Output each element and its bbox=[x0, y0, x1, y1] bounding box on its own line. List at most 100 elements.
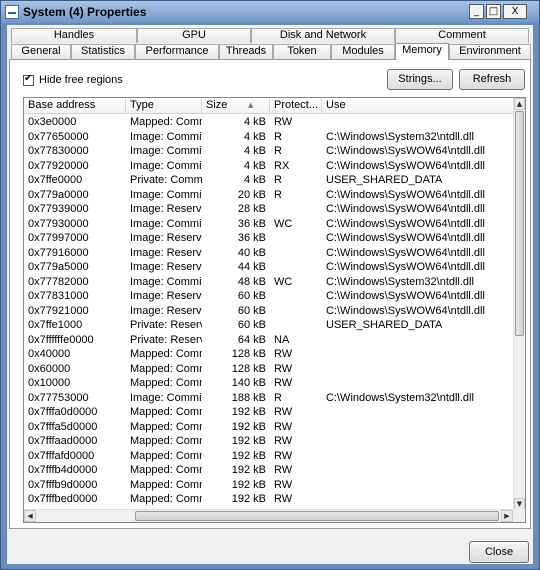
table-row[interactable]: 0x7ffffffe0000 Private: Reserve 64 kB NA bbox=[24, 333, 515, 348]
close-window-button[interactable]: X bbox=[503, 4, 527, 19]
cell-size: 192 kB bbox=[231, 406, 266, 418]
table-row[interactable]: 0x40000 Mapped: Commit 128 kB RW bbox=[24, 347, 515, 362]
cell-size: 4 kB bbox=[243, 174, 266, 186]
cell-protection bbox=[270, 202, 322, 217]
table-row[interactable]: 0x7ffe0000 Private: Commit 4 kB R USER_SHARE… bbox=[24, 173, 515, 188]
cell-type: Private: Commit bbox=[130, 174, 202, 186]
memory-regions-list[interactable]: Base address Type Size ▲ Protect... Use … bbox=[23, 97, 526, 523]
tab-threads[interactable]: Threads bbox=[219, 44, 273, 59]
table-row[interactable]: 0x77831000 Image: Reserve 60 kB C:\Windows\… bbox=[24, 289, 515, 304]
table-row[interactable]: 0x7fffa5d0000 Mapped: Commit 192 kB RW bbox=[24, 420, 515, 435]
refresh-button[interactable]: Refresh bbox=[459, 69, 525, 90]
cell-protection: WC bbox=[274, 217, 293, 230]
table-row[interactable]: 0x77939000 Image: Reserve 28 kB C:\Windows\… bbox=[24, 202, 515, 217]
cell-type: Image: Reserve bbox=[130, 246, 202, 259]
tab-environment[interactable]: Environment bbox=[449, 44, 531, 59]
scroll-left-arrow-icon[interactable]: ◀ bbox=[24, 510, 36, 522]
column-header-protection[interactable]: Protect... bbox=[270, 98, 322, 114]
horizontal-scrollbar[interactable]: ◀ ▶ bbox=[24, 509, 514, 522]
tab-general[interactable]: General bbox=[11, 44, 71, 59]
column-header-size[interactable]: Size ▲ bbox=[202, 98, 270, 114]
cell-use bbox=[322, 478, 515, 493]
scroll-up-arrow-icon[interactable]: ▲ bbox=[514, 98, 525, 110]
cell-size: 28 kB bbox=[237, 203, 266, 215]
cell-size: 4 kB bbox=[243, 116, 266, 128]
cell-base-address: 0x60000 bbox=[28, 362, 71, 375]
table-row[interactable]: 0x77920000 Image: Commit 4 kB RX C:\Windows\… bbox=[24, 159, 515, 174]
tab-performance[interactable]: Performance bbox=[135, 44, 219, 59]
tab-handles[interactable]: Handles bbox=[11, 28, 137, 43]
tab-token[interactable]: Token bbox=[273, 44, 331, 59]
cell-type: Image: Commit bbox=[130, 159, 202, 172]
hide-free-regions-option[interactable]: Hide free regions bbox=[23, 73, 123, 87]
cell-size: 188 kB bbox=[231, 391, 266, 404]
cell-size: 44 kB bbox=[237, 261, 266, 273]
cell-size: 192 kB bbox=[231, 493, 266, 505]
cell-size: 192 kB bbox=[231, 449, 266, 462]
table-row[interactable]: 0x77830000 Image: Commit 4 kB R C:\Windows\S… bbox=[24, 144, 515, 159]
table-row[interactable]: 0x7fffa0d0000 Mapped: Commit 192 kB RW bbox=[24, 405, 515, 420]
strings-button[interactable]: Strings... bbox=[387, 69, 453, 90]
maximize-button[interactable]: □ bbox=[486, 4, 501, 19]
table-row[interactable]: 0x10000 Mapped: Commit 140 kB RW bbox=[24, 376, 515, 391]
table-row[interactable]: 0x7fffb4d0000 Mapped: Commit 192 kB RW bbox=[24, 463, 515, 478]
table-row[interactable]: 0x77916000 Image: Reserve 40 kB C:\Windows\… bbox=[24, 246, 515, 261]
cell-type: Mapped: Commit bbox=[130, 464, 202, 476]
cell-base-address: 0x779a0000 bbox=[28, 188, 89, 201]
table-row[interactable]: 0x7fffb9d0000 Mapped: Commit 192 kB RW bbox=[24, 478, 515, 493]
tab-disk-and-network[interactable]: Disk and Network bbox=[251, 28, 395, 43]
table-row[interactable]: 0x77650000 Image: Commit 4 kB R C:\Windows\S… bbox=[24, 130, 515, 145]
table-row[interactable]: 0x77753000 Image: Commit 188 kB R C:\Windows… bbox=[24, 391, 515, 406]
table-row[interactable]: 0x77921000 Image: Reserve 60 kB C:\Windows\… bbox=[24, 304, 515, 319]
minimize-button[interactable]: _ bbox=[469, 4, 484, 19]
scroll-right-arrow-icon[interactable]: ▶ bbox=[501, 510, 513, 522]
tab-gpu[interactable]: GPU bbox=[137, 28, 251, 43]
table-row[interactable]: 0x7fffafd0000 Mapped: Commit 192 kB RW bbox=[24, 449, 515, 464]
table-row[interactable]: 0x60000 Mapped: Commit 128 kB RW bbox=[24, 362, 515, 377]
table-row[interactable]: 0x779a5000 Image: Reserve 44 kB C:\Windows\… bbox=[24, 260, 515, 275]
cell-protection: RW bbox=[274, 406, 293, 418]
cell-size: 20 kB bbox=[237, 188, 266, 201]
table-row[interactable]: 0x779a0000 Image: Commit 20 kB R C:\Windows\… bbox=[24, 188, 515, 203]
table-row[interactable]: 0x7fffaad0000 Mapped: Commit 192 kB RW bbox=[24, 434, 515, 449]
table-row[interactable]: 0x77782000 Image: Commit 48 kB WC C:\Windows… bbox=[24, 275, 515, 290]
hide-free-regions-checkbox[interactable] bbox=[23, 73, 34, 86]
cell-base-address: 0x7fffb9d0000 bbox=[28, 478, 98, 491]
cell-type: Image: Reserve bbox=[130, 203, 202, 215]
table-row[interactable]: 0x77930000 Image: Commit 36 kB WC C:\Windows… bbox=[24, 217, 515, 232]
tab-comment[interactable]: Comment bbox=[395, 28, 529, 43]
horizontal-scroll-thumb[interactable] bbox=[135, 511, 499, 521]
cell-use bbox=[322, 405, 515, 420]
cell-protection: RW bbox=[274, 449, 293, 462]
tab-statistics[interactable]: Statistics bbox=[71, 44, 135, 59]
tab-memory[interactable]: Memory bbox=[395, 43, 449, 60]
vertical-scroll-thumb[interactable] bbox=[515, 111, 524, 336]
cell-size: 128 kB bbox=[231, 348, 266, 360]
tab-row-top: Handles GPU Disk and Network Comment bbox=[7, 28, 533, 43]
cell-base-address: 0x77830000 bbox=[28, 145, 89, 157]
cell-protection: WC bbox=[274, 275, 293, 288]
column-header-base-address[interactable]: Base address bbox=[24, 98, 126, 114]
tab-modules[interactable]: Modules bbox=[331, 44, 395, 59]
vertical-scrollbar[interactable]: ▲ ▼ bbox=[513, 98, 525, 510]
cell-protection: RW bbox=[274, 420, 293, 433]
list-header: Base address Type Size ▲ Protect... Use bbox=[24, 98, 515, 114]
cell-size: 60 kB bbox=[237, 290, 266, 302]
column-header-type[interactable]: Type bbox=[126, 98, 202, 114]
column-header-use[interactable]: Use bbox=[322, 98, 515, 114]
table-row[interactable]: 0x3e0000 Mapped: Commit 4 kB RW bbox=[24, 115, 515, 130]
cell-size: 40 kB bbox=[237, 246, 266, 259]
cell-base-address: 0x7ffe1000 bbox=[28, 319, 83, 331]
cell-type: Mapped: Commit bbox=[130, 348, 202, 360]
cell-type: Private: Reserve bbox=[130, 333, 202, 346]
title-bar[interactable]: System (4) Properties _ □ X bbox=[1, 1, 539, 23]
table-row[interactable]: 0x7ffe1000 Private: Reserve 60 kB USER_SHAR… bbox=[24, 318, 515, 333]
properties-window: System (4) Properties _ □ X Handles GPU … bbox=[0, 0, 540, 570]
cell-use: C:\Windows\SysWOW64\ntdll.dll bbox=[326, 246, 485, 259]
cell-size: 48 kB bbox=[237, 275, 266, 288]
close-button[interactable]: Close bbox=[469, 541, 529, 563]
table-row[interactable]: 0x77997000 Image: Reserve 36 kB C:\Windows\… bbox=[24, 231, 515, 246]
cell-protection: RW bbox=[274, 493, 293, 505]
cell-base-address: 0x7fffa5d0000 bbox=[28, 420, 98, 433]
table-row[interactable]: 0x7fffbed0000 Mapped: Commit 192 kB RW bbox=[24, 492, 515, 507]
